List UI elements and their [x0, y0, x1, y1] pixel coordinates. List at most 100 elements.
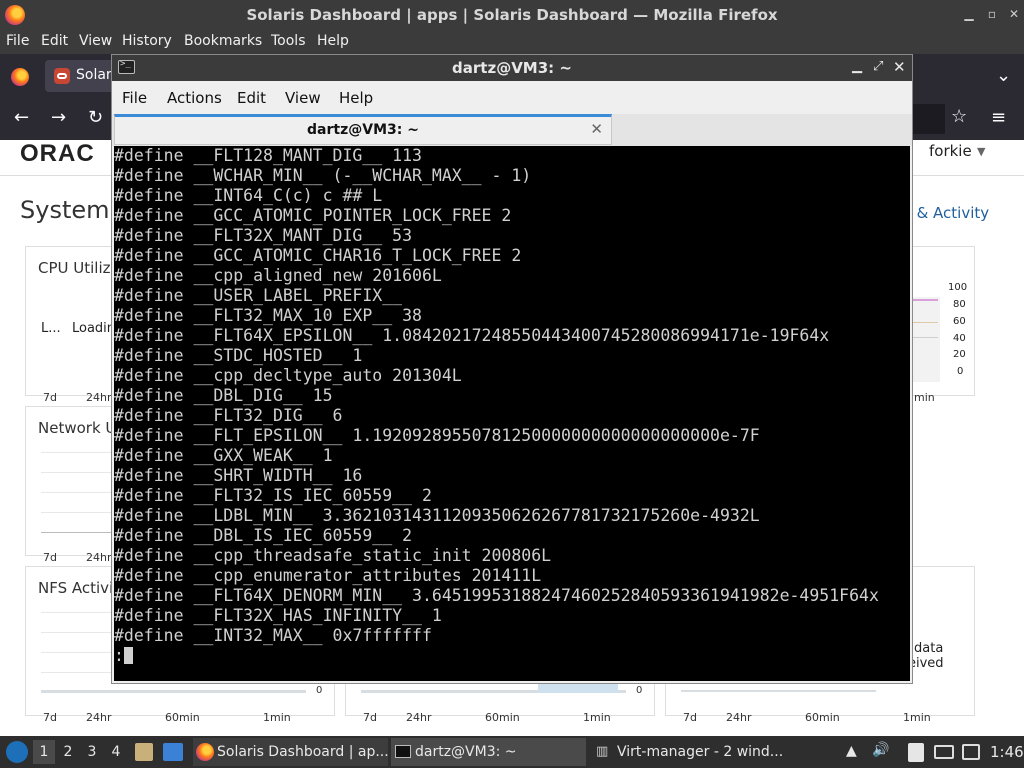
- file-manager-icon[interactable]: [135, 743, 153, 761]
- range-1min[interactable]: 1min: [583, 711, 611, 724]
- keyboard-icon[interactable]: [934, 745, 954, 759]
- close-icon[interactable]: ✕: [1007, 7, 1021, 21]
- range-24hr[interactable]: 24hr: [86, 711, 112, 724]
- minimize-icon[interactable]: ▁: [962, 7, 976, 21]
- range-60min[interactable]: 60min: [165, 711, 200, 724]
- forward-arrow-icon[interactable]: →: [51, 107, 66, 128]
- list-all-tabs-chevron-icon[interactable]: ⌄: [996, 65, 1011, 86]
- terminal-line: #define __GCC_ATOMIC_CHAR16_T_LOCK_FREE …: [114, 246, 522, 265]
- terminal-line: #define __GXX_WEAK__ 1: [114, 446, 333, 465]
- range-24hr[interactable]: 24hr: [406, 711, 432, 724]
- firefox-window-title: Solaris Dashboard | apps | Solaris Dashb…: [246, 6, 778, 24]
- chart-line: [912, 337, 938, 338]
- range-1min[interactable]: 1min: [263, 711, 291, 724]
- task-terminal[interactable]: dartz@VM3: ~: [391, 738, 586, 766]
- terminal-line: #define __FLT128_MANT_DIG__ 113: [114, 146, 422, 165]
- clock[interactable]: 1:46: [990, 743, 1024, 761]
- range-24hr[interactable]: 24hr: [726, 711, 752, 724]
- maximize-icon[interactable]: ▫: [985, 7, 999, 21]
- menu-actions[interactable]: Actions: [167, 89, 222, 107]
- virt-manager-icon: ▥: [596, 744, 609, 759]
- range-24hr[interactable]: 24hr: [86, 391, 112, 404]
- axis-tick: 20: [953, 349, 966, 360]
- axis-tick: 80: [953, 299, 966, 310]
- terminal-titlebar[interactable]: dartz@VM3: ~ ▁ ⤢ ✕: [112, 55, 912, 81]
- menu-help[interactable]: Help: [339, 89, 373, 107]
- no-data-text: eived: [908, 656, 944, 671]
- range-7d[interactable]: 7d: [43, 391, 57, 404]
- back-arrow-icon[interactable]: ←: [14, 107, 29, 128]
- menu-help[interactable]: Help: [317, 33, 349, 49]
- terminal-line: #define __INT64_C(c) c ## L: [114, 186, 383, 205]
- user-menu[interactable]: forkie: [929, 142, 972, 160]
- bookmark-star-icon[interactable]: ☆: [951, 106, 967, 127]
- gridline: [41, 492, 111, 493]
- terminal-line: #define __WCHAR_MIN__ (-__WCHAR_MAX__ - …: [114, 166, 532, 185]
- chart-line: [912, 299, 938, 301]
- clipboard-icon[interactable]: [908, 743, 924, 762]
- user-menu-caret-icon[interactable]: ▼: [977, 145, 985, 158]
- terminal-line: #define __FLT_EPSILON__ 1.19209289550781…: [114, 426, 760, 445]
- range-1min[interactable]: min: [914, 391, 935, 404]
- card-title: NFS Activit: [38, 579, 120, 597]
- task-virt-manager[interactable]: ▥ Virt-manager - 2 wind...: [593, 738, 793, 766]
- start-menu-icon[interactable]: [6, 741, 28, 763]
- menu-history[interactable]: History: [122, 33, 172, 49]
- terminal-line: #define __DBL_IS_IEC_60559__ 2: [114, 526, 413, 545]
- browser-tab[interactable]: Solar: [45, 60, 115, 92]
- close-tab-icon[interactable]: ✕: [590, 120, 603, 138]
- task-label: Virt-manager - 2 wind...: [617, 744, 784, 760]
- menu-view[interactable]: View: [79, 33, 112, 49]
- volume-icon[interactable]: 🔊: [872, 742, 889, 758]
- range-1min[interactable]: 1min: [903, 711, 931, 724]
- page-title: System: [20, 196, 110, 224]
- range-7d[interactable]: 7d: [43, 551, 57, 564]
- task-label: Solaris Dashboard | ap...: [217, 744, 389, 760]
- menu-edit[interactable]: Edit: [41, 33, 68, 49]
- workspace-1[interactable]: 1: [33, 740, 55, 764]
- menu-edit[interactable]: Edit: [237, 89, 266, 107]
- terminal-tab[interactable]: dartz@VM3: ~ ✕: [114, 114, 612, 145]
- workspace-4[interactable]: 4: [105, 740, 127, 764]
- terminal-output: #define __FLT128_MANT_DIG__ 113 #define _…: [114, 146, 879, 646]
- task-firefox[interactable]: Solaris Dashboard | ap...: [193, 738, 389, 766]
- minimize-icon[interactable]: ▁: [852, 59, 862, 74]
- reload-icon[interactable]: ↻: [88, 107, 103, 128]
- terminal-line: #define __FLT32X_HAS_INFINITY__ 1: [114, 606, 442, 625]
- terminal-prompt[interactable]: :: [114, 646, 133, 666]
- hamburger-menu-icon[interactable]: ≡: [991, 107, 1006, 128]
- activity-link[interactable]: s & Activity: [904, 204, 989, 222]
- range-60min[interactable]: 60min: [805, 711, 840, 724]
- maximize-icon[interactable]: ⤢: [873, 59, 883, 74]
- terminal-line: #define __FLT32_IS_IEC_60559__ 2: [114, 486, 432, 505]
- workspace-3[interactable]: 3: [81, 740, 103, 764]
- terminal-line: #define __SHRT_WIDTH__ 16: [114, 466, 363, 485]
- range-7d[interactable]: 7d: [363, 711, 377, 724]
- firefox-view-icon[interactable]: [11, 68, 29, 86]
- gridline: [41, 452, 111, 453]
- close-icon[interactable]: ✕: [893, 58, 906, 76]
- workspace-2[interactable]: 2: [57, 740, 79, 764]
- task-label: dartz@VM3: ~: [415, 744, 517, 760]
- menu-file[interactable]: File: [122, 89, 147, 107]
- range-7d[interactable]: 7d: [683, 711, 697, 724]
- terminal-line: #define __cpp_decltype_auto 201304L: [114, 366, 462, 385]
- oracle-logo: ORAC: [20, 140, 95, 167]
- menu-file[interactable]: File: [6, 33, 29, 49]
- range-60min[interactable]: 60min: [485, 711, 520, 724]
- range-7d[interactable]: 7d: [43, 711, 57, 724]
- range-24hr[interactable]: 24hr: [86, 551, 112, 564]
- terminal-line: #define __cpp_threadsafe_static_init 200…: [114, 546, 552, 565]
- menu-bookmarks[interactable]: Bookmarks: [184, 33, 262, 49]
- axis-tick: 60: [953, 316, 966, 327]
- axis-tick: 40: [953, 333, 966, 344]
- terminal-line: #define __FLT64X_EPSILON__ 1.08420217248…: [114, 326, 830, 345]
- terminal-screen[interactable]: #define __FLT128_MANT_DIG__ 113 #define _…: [114, 146, 910, 681]
- updates-icon[interactable]: ▲: [846, 743, 857, 759]
- network-icon[interactable]: [962, 744, 980, 760]
- menu-tools[interactable]: Tools: [271, 33, 306, 49]
- card-title: Network U: [38, 419, 117, 437]
- menu-view[interactable]: View: [285, 89, 321, 107]
- show-desktop-icon[interactable]: [163, 743, 183, 761]
- taskbar: 1 2 3 4 Solaris Dashboard | ap... dartz@…: [0, 736, 1024, 768]
